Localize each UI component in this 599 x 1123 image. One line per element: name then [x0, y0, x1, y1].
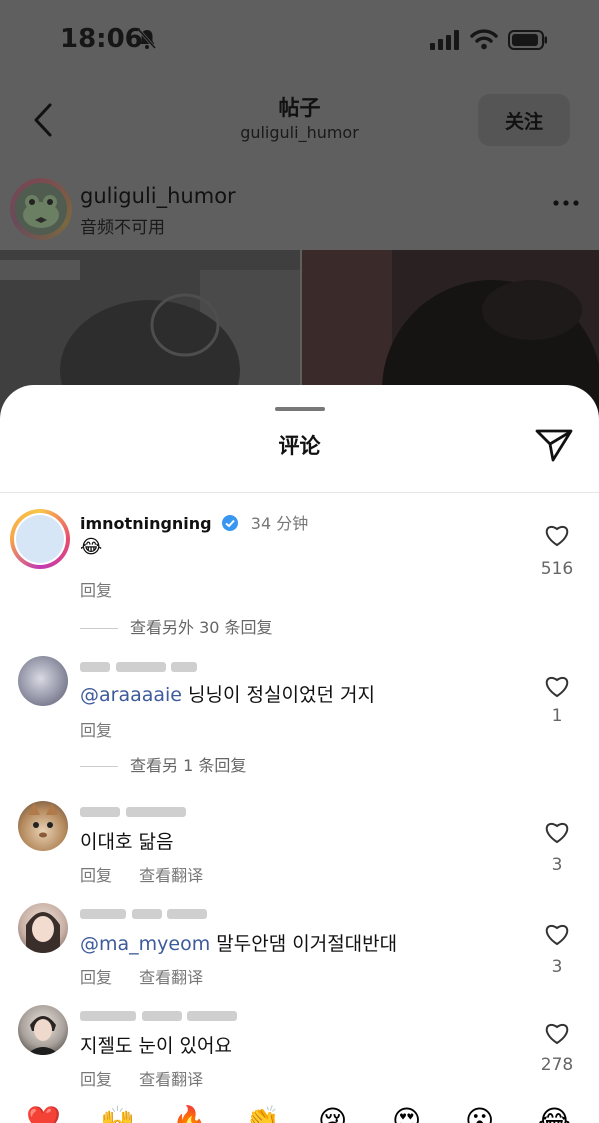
comment-text: 😂: [80, 536, 103, 558]
person-avatar-icon: [26, 1016, 60, 1055]
emoji-crying[interactable]: 😢: [318, 1107, 347, 1123]
commenter-avatar[interactable]: [18, 903, 68, 953]
emoji-raising-hands[interactable]: 🙌: [100, 1107, 135, 1123]
view-replies-link[interactable]: 查看另 1 条回复: [80, 752, 246, 776]
comment-item: @araaaaie 닝닝이 정실이었던 거지 回复 1 查看另 1 条回复: [0, 650, 599, 780]
sheet-drag-handle[interactable]: [275, 407, 325, 411]
comment-text: 지젤도 눈이 있어요: [80, 1035, 232, 1057]
comment-actions: 回复 查看翻译: [80, 1066, 225, 1090]
like-heart-icon[interactable]: [544, 1021, 570, 1045]
comment-item: imnotningning 34 分钟 😂 回复 516 查看另外 30 条回复: [0, 503, 599, 637]
emoji-fire[interactable]: 🔥: [172, 1107, 207, 1123]
wifi-icon: [470, 29, 498, 50]
emoji-laughing[interactable]: 😂: [538, 1107, 571, 1123]
comment-item: 이대호 닮음 回复 查看翻译 3: [0, 795, 599, 890]
commenter-avatar[interactable]: [18, 1005, 68, 1055]
mention-link[interactable]: @araaaaie: [80, 684, 182, 706]
emoji-quick-bar: ❤️ 🙌 🔥 👏 😢 😍 😮 😂: [0, 1103, 599, 1123]
emoji-surprised[interactable]: 😮: [465, 1107, 494, 1123]
comment-username-blurred[interactable]: [80, 656, 198, 675]
reply-button[interactable]: 回复: [80, 968, 112, 987]
like-count: 516: [540, 559, 574, 579]
comment-username-blurred[interactable]: [80, 801, 186, 820]
comment-item: 지젤도 눈이 있어요 回复 查看翻译 278: [0, 999, 599, 1094]
translate-button[interactable]: 查看翻译: [139, 1070, 203, 1089]
post-page-background: 18:06 帖子 guliguli_humor 关注 guliguli_humo…: [0, 0, 599, 420]
comments-sheet: 评论 imnotningning 34 分钟 😂 回复 516 查看另外 30 …: [0, 385, 599, 1123]
comment-item: @ma_myeom 말두안댐 이거절대반대 回复 查看翻译 3: [0, 897, 599, 992]
post-author-avatar[interactable]: [10, 178, 72, 240]
cellular-signal-icon: [430, 30, 459, 50]
comment-actions: 回复 查看翻译: [80, 964, 225, 988]
like-heart-icon[interactable]: [544, 674, 570, 698]
reply-button[interactable]: 回复: [80, 721, 112, 740]
follow-button[interactable]: 关注: [478, 94, 570, 146]
cat-avatar-icon: [28, 803, 58, 838]
commenter-avatar[interactable]: [18, 801, 68, 851]
status-time: 18:06: [60, 24, 143, 54]
share-send-icon[interactable]: [534, 427, 574, 463]
like-count: 1: [551, 706, 563, 726]
commenter-avatar[interactable]: [10, 509, 70, 569]
reply-button[interactable]: 回复: [80, 1070, 112, 1089]
like-count: 3: [551, 957, 563, 977]
like-count: 278: [540, 1055, 574, 1075]
comment-time: 34 分钟: [250, 514, 309, 533]
more-options-icon[interactable]: [552, 198, 580, 208]
comment-body: 말두안댐 이거절대반대: [210, 933, 398, 955]
view-replies-link[interactable]: 查看另外 30 条回复: [80, 614, 273, 638]
frog-avatar-icon: [23, 195, 59, 228]
post-audio-status: 音频不可用: [80, 218, 165, 238]
post-header: guliguli_humor 音频不可用: [0, 170, 599, 248]
reply-button[interactable]: 回复: [80, 866, 112, 885]
battery-icon: [508, 30, 547, 50]
comment-actions: 回复: [80, 717, 134, 741]
translate-button[interactable]: 查看翻译: [139, 968, 203, 987]
emoji-heart[interactable]: ❤️: [26, 1107, 61, 1123]
username-text[interactable]: imnotningning: [80, 514, 212, 533]
sheet-divider: [0, 492, 599, 493]
comment-username[interactable]: imnotningning 34 分钟: [80, 510, 308, 534]
person-avatar-icon: [26, 912, 60, 953]
bell-off-icon: [137, 29, 157, 49]
comment-text: @araaaaie 닝닝이 정실이었던 거지: [80, 680, 375, 707]
like-heart-icon[interactable]: [544, 922, 570, 946]
status-bar: 18:06: [0, 0, 599, 80]
comments-title: 评论: [278, 434, 321, 458]
commenter-avatar[interactable]: [18, 656, 68, 706]
like-heart-icon[interactable]: [544, 820, 570, 844]
like-heart-icon[interactable]: [544, 523, 570, 547]
emoji-clapping[interactable]: 👏: [245, 1107, 280, 1123]
verified-badge-icon: [222, 515, 239, 531]
post-username[interactable]: guliguli_humor: [80, 184, 236, 208]
comment-actions: 回复 查看翻译: [80, 862, 225, 886]
mention-link[interactable]: @ma_myeom: [80, 933, 210, 955]
like-count: 3: [551, 855, 563, 875]
translate-button[interactable]: 查看翻译: [139, 866, 203, 885]
reply-button[interactable]: 回复: [80, 581, 112, 600]
comment-body: 닝닝이 정실이었던 거지: [182, 684, 375, 706]
comment-username-blurred[interactable]: [80, 903, 208, 922]
comment-username-blurred[interactable]: [80, 1005, 238, 1024]
comment-text: @ma_myeom 말두안댐 이거절대반대: [80, 929, 397, 956]
comment-text: 이대호 닮음: [80, 831, 174, 853]
emoji-heart-eyes[interactable]: 😍: [392, 1107, 421, 1123]
comment-actions: 回复: [80, 577, 134, 601]
nav-bar: 帖子 guliguli_humor 关注: [0, 80, 599, 160]
